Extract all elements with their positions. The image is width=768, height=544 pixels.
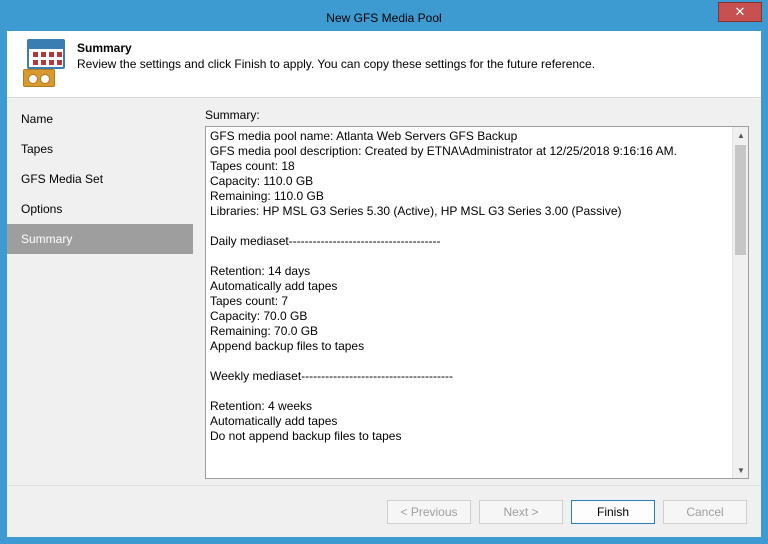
finish-button[interactable]: Finish	[571, 500, 655, 524]
wizard-body: Name Tapes GFS Media Set Options Summary…	[7, 98, 761, 485]
summary-textbox[interactable]: GFS media pool name: Atlanta Web Servers…	[205, 126, 749, 479]
step-summary[interactable]: Summary	[7, 224, 193, 254]
window-body: Summary Review the settings and click Fi…	[6, 30, 762, 538]
page-description: Review the settings and click Finish to …	[77, 57, 595, 71]
scroll-thumb[interactable]	[735, 145, 746, 255]
content-panel: Summary: GFS media pool name: Atlanta We…	[193, 98, 761, 485]
step-name[interactable]: Name	[7, 104, 193, 134]
summary-container: GFS media pool name: Atlanta Web Servers…	[205, 126, 749, 479]
wizard-header: Summary Review the settings and click Fi…	[7, 31, 761, 98]
previous-button[interactable]: < Previous	[387, 500, 471, 524]
vertical-scrollbar[interactable]: ▲ ▼	[732, 127, 748, 478]
wizard-steps: Name Tapes GFS Media Set Options Summary	[7, 98, 193, 485]
close-icon: ✕	[735, 4, 746, 20]
close-button[interactable]: ✕	[718, 2, 762, 22]
media-pool-icon	[19, 39, 67, 87]
step-options[interactable]: Options	[7, 194, 193, 224]
page-title: Summary	[77, 41, 595, 55]
next-button[interactable]: Next >	[479, 500, 563, 524]
header-text: Summary Review the settings and click Fi…	[77, 39, 595, 71]
step-gfs-media-set[interactable]: GFS Media Set	[7, 164, 193, 194]
cancel-button[interactable]: Cancel	[663, 500, 747, 524]
step-tapes[interactable]: Tapes	[7, 134, 193, 164]
window-title: New GFS Media Pool	[326, 11, 441, 25]
summary-label: Summary:	[205, 108, 749, 122]
window-frame: New GFS Media Pool ✕ Summary Review the …	[0, 0, 768, 544]
scroll-up-icon[interactable]: ▲	[733, 127, 749, 143]
wizard-footer: < Previous Next > Finish Cancel	[7, 485, 761, 537]
scroll-down-icon[interactable]: ▼	[733, 462, 749, 478]
titlebar: New GFS Media Pool ✕	[6, 6, 762, 30]
